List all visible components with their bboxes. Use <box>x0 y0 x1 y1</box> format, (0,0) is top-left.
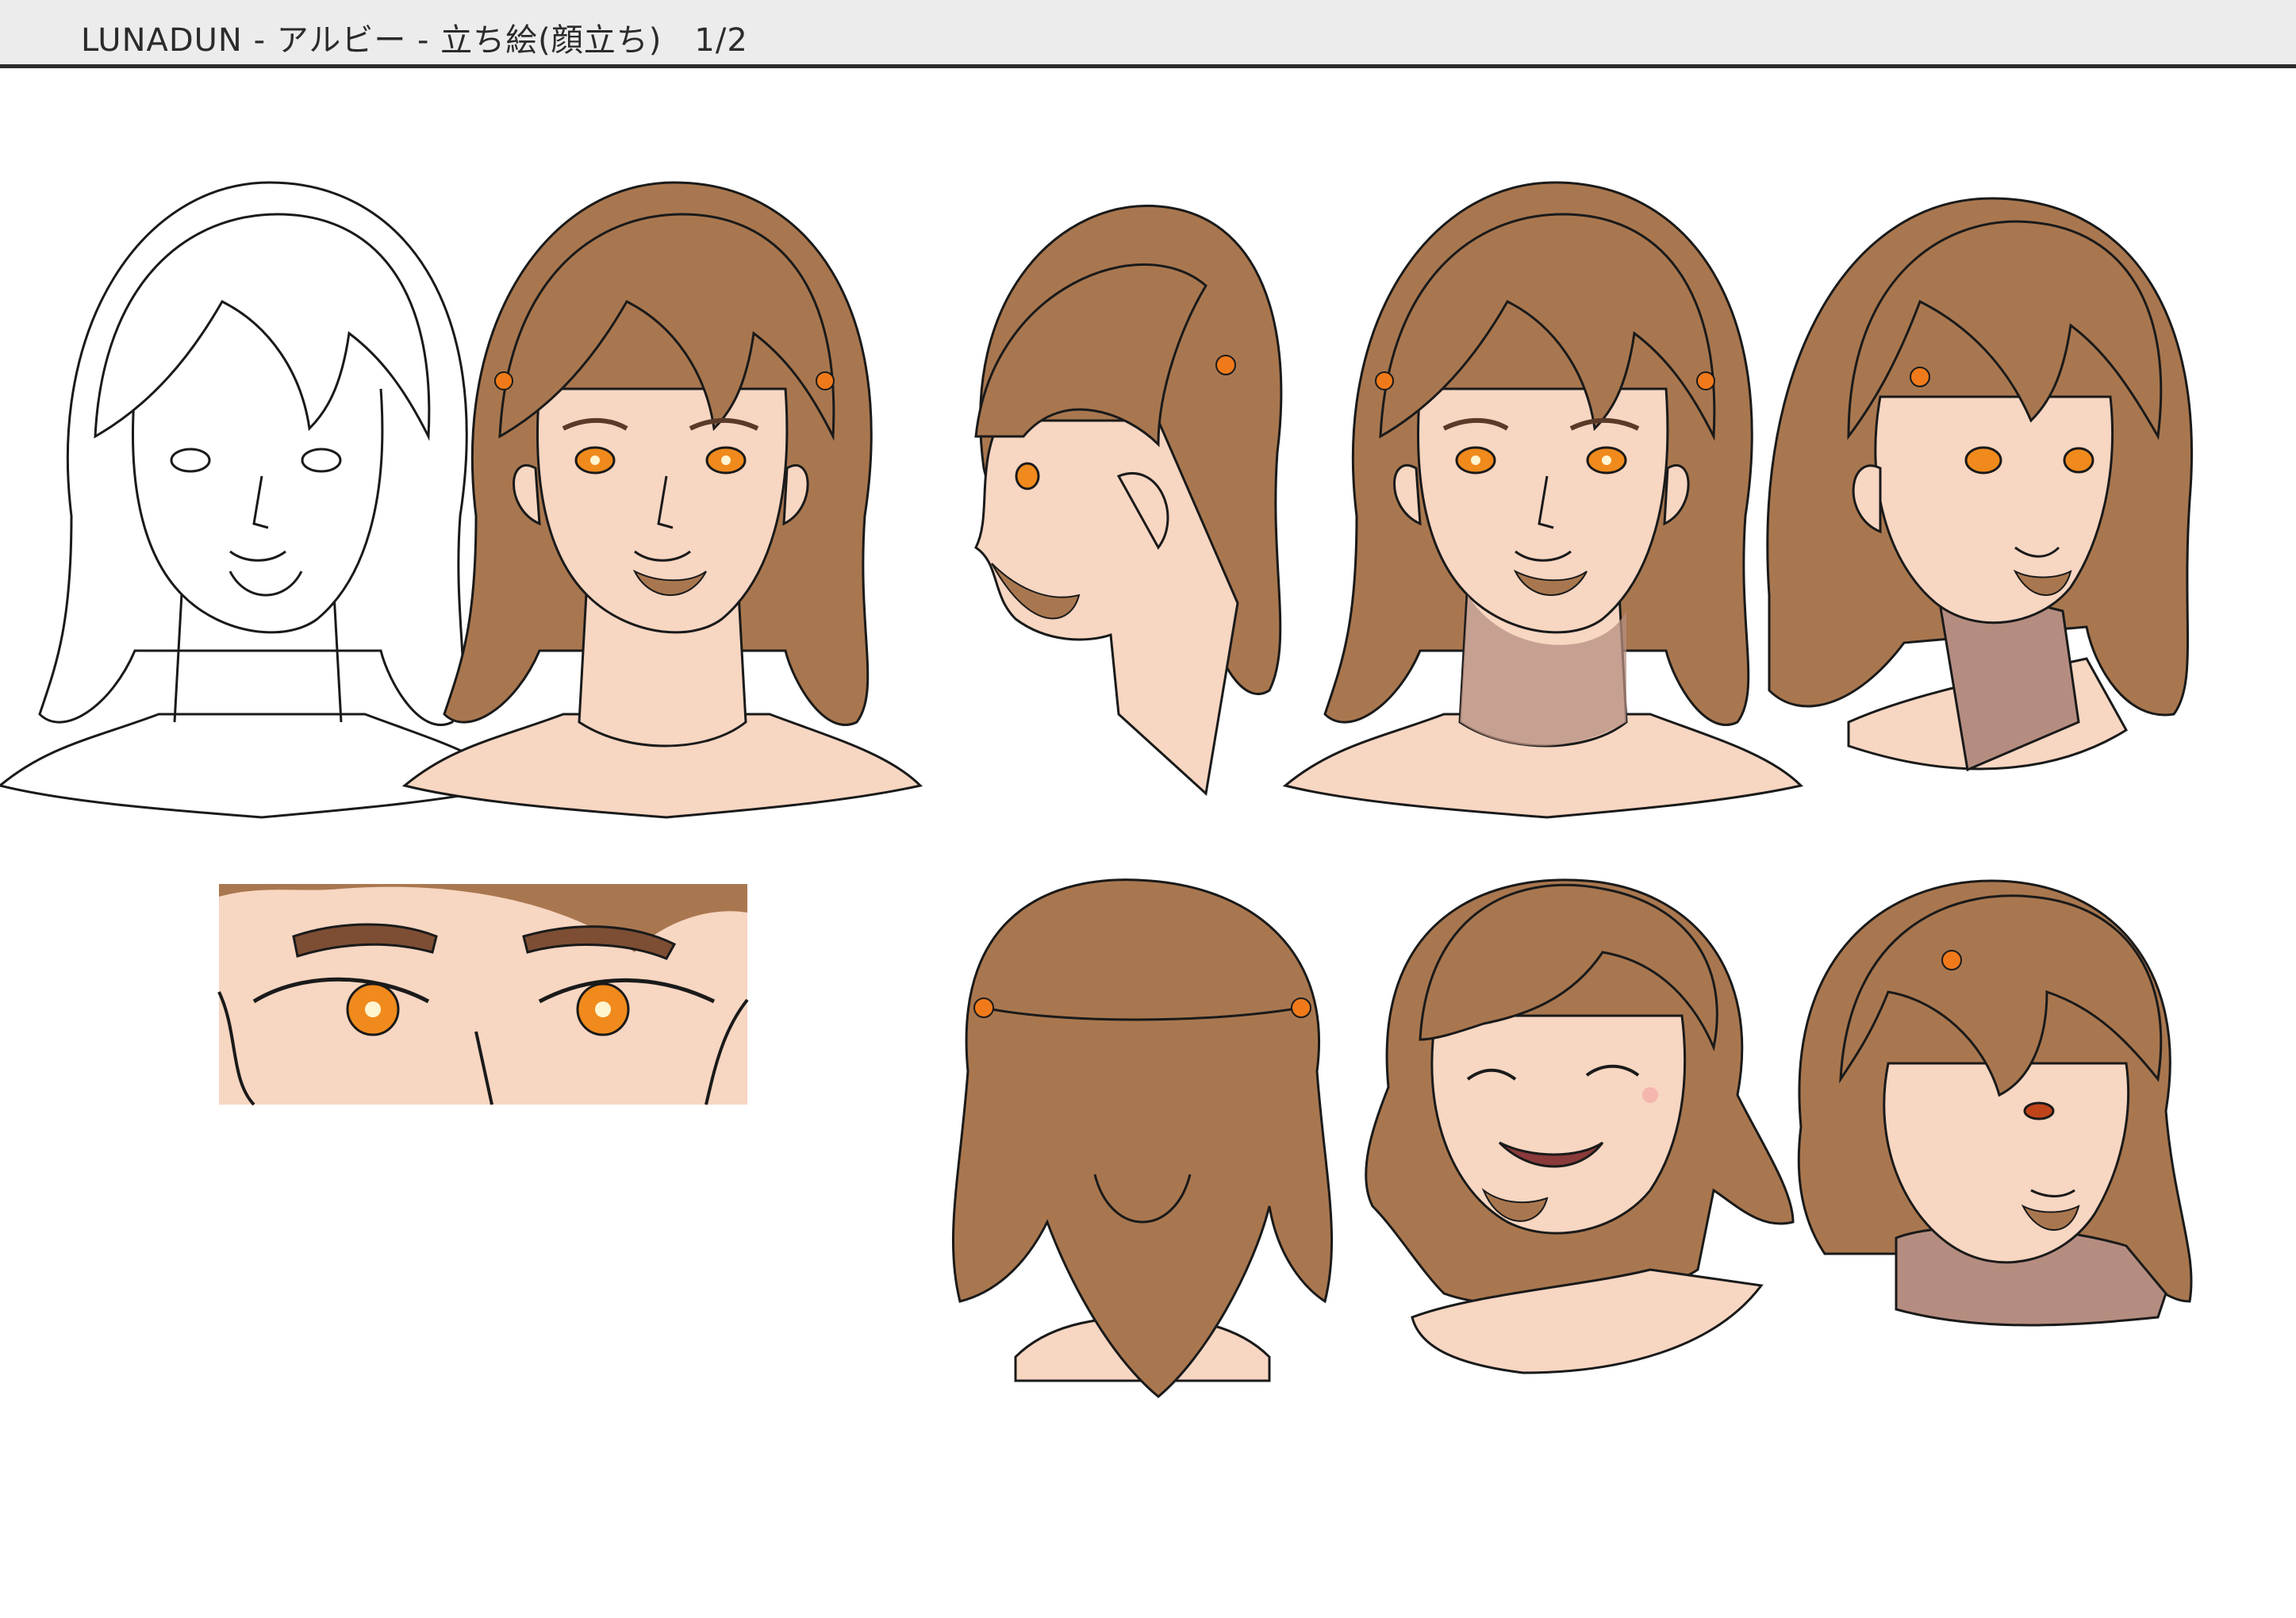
back-head-icon <box>951 878 1334 1398</box>
eye-closeup-icon <box>217 884 749 1106</box>
three-quarter-head-icon <box>1766 197 2194 772</box>
character-sheet <box>0 0 2296 1618</box>
front-head-icon <box>405 183 920 817</box>
character-sheet-art <box>0 0 2194 1398</box>
lineart-head-icon <box>0 181 518 819</box>
looking-down-head-icon <box>1797 879 2193 1327</box>
front-shaded-head-icon <box>1285 183 1801 817</box>
laughing-head-icon <box>1365 878 1795 1374</box>
profile-head-icon <box>974 204 1283 796</box>
